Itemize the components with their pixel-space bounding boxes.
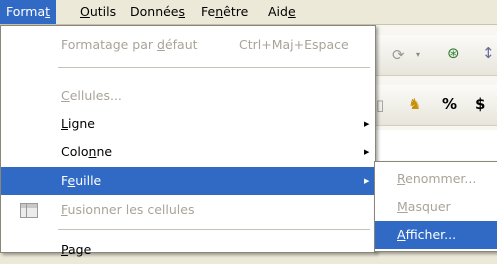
- menu-aide[interactable]: Aide: [262, 0, 302, 24]
- format-menu: Formatage par défaut Ctrl+Maj+Espace Cel…: [0, 25, 376, 257]
- submenu-item-show[interactable]: Afficher...: [375, 221, 497, 249]
- binoculars-icon[interactable]: ⊛: [447, 43, 460, 63]
- submenu-arrow-icon: ▶: [364, 177, 370, 185]
- menu-item-row[interactable]: Ligne ▶: [1, 110, 375, 138]
- menu-item-page[interactable]: Page: [1, 236, 375, 264]
- submenu-item-hide[interactable]: Masquer: [375, 193, 497, 221]
- standard-toolbar: ⟳ ▾ ⊛ ↕: [372, 35, 497, 76]
- sort-icon[interactable]: ↕: [482, 43, 495, 63]
- menu-outils[interactable]: Outils: [74, 0, 122, 24]
- cut-icon[interactable]: ▯: [376, 95, 384, 115]
- submenu-item-rename[interactable]: Renommer...: [375, 165, 497, 193]
- menu-separator: [58, 67, 370, 68]
- redo-icon[interactable]: ⟳: [392, 45, 405, 65]
- menu-item-merge-cells[interactable]: Fusionner les cellules: [1, 196, 375, 224]
- menu-item-column[interactable]: Colonne ▶: [1, 138, 375, 166]
- menu-fenetre[interactable]: Fenêtre: [195, 0, 254, 24]
- percent-icon[interactable]: %: [442, 94, 457, 114]
- dropdown-arrow-icon[interactable]: ▾: [416, 45, 420, 65]
- menu-format[interactable]: Format: [0, 0, 57, 24]
- menu-bar: Format Outils Données Fenêtre Aide: [0, 0, 497, 25]
- sheet-submenu: Renommer... Masquer Afficher...: [374, 161, 497, 252]
- shortcut-label: Ctrl+Maj+Espace: [239, 37, 349, 52]
- menu-donnees[interactable]: Données: [124, 0, 191, 24]
- menu-item-default-formatting[interactable]: Formatage par défaut Ctrl+Maj+Espace: [1, 31, 375, 59]
- format-toolbar: ▯ ♞ % $: [372, 85, 497, 126]
- submenu-arrow-icon: ▶: [364, 148, 370, 156]
- menu-separator: [58, 229, 370, 230]
- currency-icon[interactable]: $: [475, 94, 485, 114]
- menu-item-sheet[interactable]: Feuille ▶: [1, 167, 375, 195]
- highlight-icon[interactable]: ♞: [408, 94, 421, 114]
- merge-cells-icon: [20, 203, 38, 218]
- submenu-arrow-icon: ▶: [364, 120, 370, 128]
- menu-item-cells[interactable]: Cellules...: [1, 82, 375, 110]
